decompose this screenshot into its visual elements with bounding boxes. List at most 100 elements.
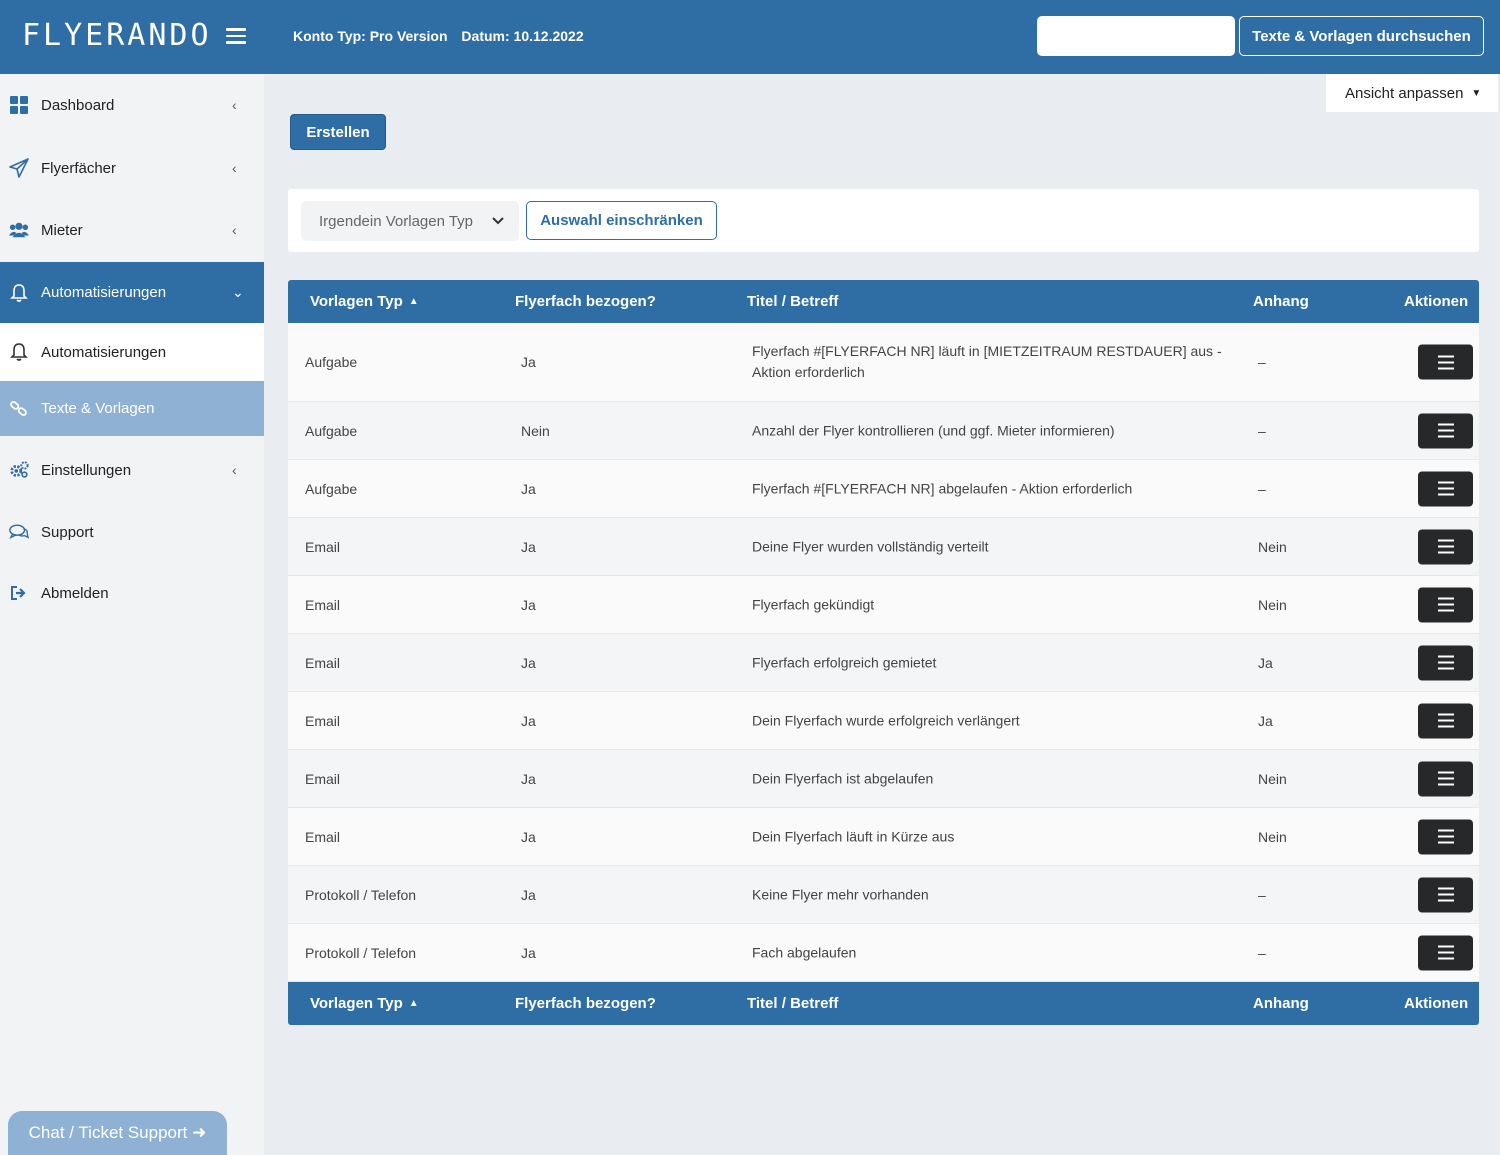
cell-anhang: Nein bbox=[1258, 596, 1287, 613]
filter-panel: Irgendein Vorlagen Typ Auswahl einschrän… bbox=[288, 189, 1479, 252]
account-info: Konto Typ: Pro Version Datum: 10.12.2022 bbox=[293, 28, 594, 44]
table-row: Aufgabe Ja Flyerfach #[FLYERFACH NR] abgel… bbox=[288, 460, 1479, 518]
table-footer: Vorlagen Typ ▲ Flyerfach bezogen? Titel /… bbox=[288, 982, 1479, 1025]
chevron-left-icon: ‹ bbox=[232, 222, 237, 238]
filter-apply-button[interactable]: Auswahl einschränken bbox=[526, 201, 717, 240]
cell-bezogen: Ja bbox=[521, 944, 536, 961]
cell-anhang: – bbox=[1258, 422, 1266, 439]
sidebar-item-abmelden[interactable]: Abmelden bbox=[0, 562, 264, 624]
cell-titel: Flyerfach erfolgreich gemietet bbox=[752, 654, 937, 670]
sidebar: Dashboard ‹ Flyerfächer ‹ Mieter ‹ Autom… bbox=[0, 74, 264, 1155]
row-actions-menu-icon[interactable] bbox=[1418, 344, 1473, 380]
view-customize-dropdown[interactable]: Ansicht anpassen ▼ bbox=[1326, 74, 1498, 112]
cell-titel: Flyerfach gekündigt bbox=[752, 596, 875, 612]
account-type: Konto Typ: Pro Version bbox=[293, 28, 448, 44]
cell-bezogen: Ja bbox=[521, 770, 536, 787]
cell-bezogen: Ja bbox=[521, 480, 536, 497]
sidebar-item-dashboard[interactable]: Dashboard ‹ bbox=[0, 74, 264, 136]
gears-icon bbox=[9, 460, 29, 480]
chat-support-button[interactable]: Chat / Ticket Support ➜ bbox=[8, 1111, 227, 1155]
menu-toggle-icon[interactable] bbox=[226, 28, 246, 44]
cell-bezogen: Ja bbox=[521, 596, 536, 613]
template-type-select[interactable]: Irgendein Vorlagen Typ bbox=[301, 201, 519, 241]
cell-typ: Email bbox=[305, 828, 341, 845]
sidebar-item-label: Flyerfächer bbox=[41, 159, 117, 177]
row-actions-menu-icon[interactable] bbox=[1418, 703, 1473, 738]
bell-icon bbox=[9, 342, 29, 362]
sidebar-item-label: Automatisierungen bbox=[41, 343, 167, 361]
column-footer-flyerfach-bezogen[interactable]: Flyerfach bezogen? bbox=[515, 995, 656, 1012]
cell-anhang: – bbox=[1258, 944, 1266, 961]
sidebar-item-label: Automatisierungen bbox=[41, 284, 167, 301]
row-actions-menu-icon[interactable] bbox=[1418, 645, 1473, 680]
column-footer-titel[interactable]: Titel / Betreff bbox=[747, 995, 838, 1012]
sidebar-item-mieter[interactable]: Mieter ‹ bbox=[0, 199, 264, 261]
column-header-anhang[interactable]: Anhang bbox=[1253, 293, 1309, 310]
sidebar-item-einstellungen[interactable]: Einstellungen ‹ bbox=[0, 439, 264, 501]
column-header-titel[interactable]: Titel / Betreff bbox=[747, 293, 838, 310]
search-button[interactable]: Texte & Vorlagen durchsuchen bbox=[1239, 16, 1484, 56]
sidebar-item-label: Support bbox=[41, 523, 94, 541]
sidebar-item-flyerfaecher[interactable]: Flyerfächer ‹ bbox=[0, 137, 264, 199]
row-actions-menu-icon[interactable] bbox=[1418, 819, 1473, 854]
sidebar-item-support[interactable]: Support bbox=[0, 501, 264, 563]
sidebar-item-label: Einstellungen bbox=[41, 461, 132, 479]
create-button[interactable]: Erstellen bbox=[290, 114, 386, 150]
table-body: Aufgabe Ja Flyerfach #[FLYERFACH NR] läuft… bbox=[288, 323, 1479, 982]
cell-anhang: Ja bbox=[1258, 712, 1273, 729]
cell-typ: Email bbox=[305, 770, 341, 787]
cell-titel: Flyerfach #[FLYERFACH NR] läuft in [MIET… bbox=[752, 343, 1222, 380]
cell-bezogen: Ja bbox=[521, 828, 536, 845]
column-footer-anhang[interactable]: Anhang bbox=[1253, 995, 1309, 1012]
column-footer-aktionen: Aktionen bbox=[1404, 995, 1469, 1012]
table-header: Vorlagen Typ ▲ Flyerfach bezogen? Titel /… bbox=[288, 280, 1479, 323]
cell-typ: Email bbox=[305, 538, 341, 555]
column-footer-vorlagen-typ[interactable]: Vorlagen Typ ▲ bbox=[310, 995, 419, 1012]
row-actions-menu-icon[interactable] bbox=[1418, 761, 1473, 796]
row-actions-menu-icon[interactable] bbox=[1418, 877, 1473, 912]
chevron-down-icon: ⌄ bbox=[232, 284, 244, 300]
template-type-select-value: Irgendein Vorlagen Typ bbox=[319, 212, 474, 230]
sidebar-item-label: Texte & Vorlagen bbox=[41, 400, 155, 417]
cell-typ: Email bbox=[305, 654, 341, 671]
column-header-flyerfach-bezogen[interactable]: Flyerfach bezogen? bbox=[515, 293, 656, 310]
sidebar-item-automatisierungen[interactable]: Automatisierungen ⌄ bbox=[0, 262, 264, 323]
sort-asc-icon: ▲ bbox=[408, 998, 419, 1009]
row-actions-menu-icon[interactable] bbox=[1418, 471, 1473, 506]
cell-typ: Protokoll / Telefon bbox=[305, 886, 417, 903]
cell-typ: Aufgabe bbox=[305, 354, 358, 370]
sidebar-subitem-texte-vorlagen[interactable]: Texte & Vorlagen bbox=[0, 381, 264, 436]
table-row: Email Ja Dein Flyerfach wurde erfolgreich … bbox=[288, 692, 1479, 750]
row-actions-menu-icon[interactable] bbox=[1418, 529, 1473, 564]
chat-icon bbox=[9, 522, 29, 542]
row-actions-menu-icon[interactable] bbox=[1418, 413, 1473, 448]
cell-anhang: – bbox=[1258, 886, 1266, 903]
row-actions-menu-icon[interactable] bbox=[1418, 587, 1473, 622]
row-actions-menu-icon[interactable] bbox=[1418, 935, 1473, 970]
sidebar-item-label: Mieter bbox=[41, 221, 83, 239]
cell-titel: Flyerfach #[FLYERFACH NR] abgelaufen - A… bbox=[752, 480, 1133, 496]
table-row: Protokoll / Telefon Ja Keine Flyer mehr vo… bbox=[288, 866, 1479, 924]
sidebar-item-label: Dashboard bbox=[41, 96, 115, 114]
sort-asc-icon: ▲ bbox=[408, 296, 419, 307]
cell-titel: Deine Flyer wurden vollständig verteilt bbox=[752, 538, 989, 554]
caret-down-icon: ▼ bbox=[1471, 87, 1482, 99]
cell-typ: Aufgabe bbox=[305, 480, 358, 497]
users-icon bbox=[9, 220, 29, 240]
cell-bezogen: Ja bbox=[521, 354, 536, 370]
cell-typ: Email bbox=[305, 596, 341, 613]
column-header-vorlagen-typ[interactable]: Vorlagen Typ ▲ bbox=[310, 293, 419, 310]
app-logo[interactable]: FLYERANDO bbox=[22, 18, 212, 53]
table-row: Email Ja Dein Flyerfach läuft in Kürze aus… bbox=[288, 808, 1479, 866]
chevron-left-icon: ‹ bbox=[232, 97, 237, 113]
cell-anhang: Nein bbox=[1258, 538, 1287, 555]
sidebar-subitem-automatisierungen[interactable]: Automatisierungen bbox=[0, 323, 264, 381]
cell-anhang: Ja bbox=[1258, 654, 1273, 671]
search-input[interactable] bbox=[1037, 16, 1235, 56]
cell-anhang: – bbox=[1258, 354, 1266, 370]
table-row: Aufgabe Nein Anzahl der Flyer kontrolliere… bbox=[288, 402, 1479, 460]
current-date: Datum: 10.12.2022 bbox=[461, 28, 584, 44]
cell-anhang: Nein bbox=[1258, 770, 1287, 787]
cell-titel: Dein Flyerfach wurde erfolgreich verläng… bbox=[752, 712, 1020, 728]
link-icon bbox=[9, 399, 29, 419]
